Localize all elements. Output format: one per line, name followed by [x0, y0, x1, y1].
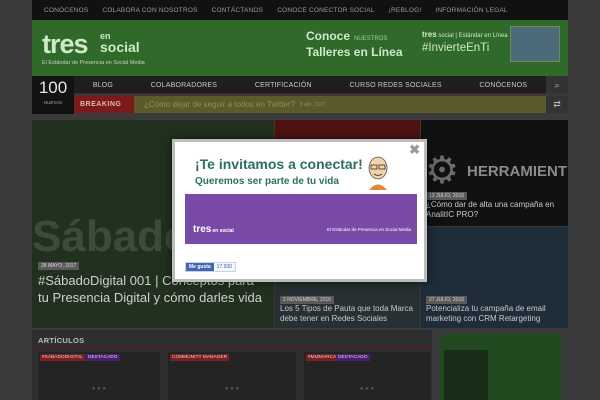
- ad-brand-name: tres: [422, 30, 437, 39]
- news-count: 100: [38, 78, 68, 97]
- breaking-label: BREAKING: [74, 96, 134, 113]
- tile-word: HERRAMIENT: [467, 163, 567, 180]
- tag-community-manager[interactable]: COMMUNITY MANAGER: [170, 354, 230, 361]
- nav-colaboradores[interactable]: COLABORADORES: [151, 82, 217, 89]
- articles-divider: [38, 346, 430, 347]
- sidebar-figure: [444, 350, 488, 400]
- ad-line2: Talleres en Línea: [306, 45, 403, 59]
- tag-sabadodigital[interactable]: #SÁBADODIGITAL: [40, 354, 85, 361]
- featured-bigword: Sábado: [32, 212, 191, 261]
- popup-logo: tresen social: [193, 224, 234, 235]
- like-label: Me gusta: [189, 264, 211, 270]
- popup-logo-text: tres: [193, 224, 212, 235]
- avatar-icon: [368, 156, 388, 190]
- facebook-like-widget[interactable]: Me gusta 17.930: [185, 262, 236, 272]
- logo-social: social: [100, 39, 140, 55]
- ad-brand-caption: Estándar en Línea: [458, 33, 508, 39]
- tag-destacado[interactable]: DESTACADO: [336, 354, 370, 361]
- popup-brand-strip: tresen social El Estándar de Presencia e…: [185, 194, 417, 244]
- top-nav-conocenos[interactable]: CONÓCENOS: [44, 7, 88, 14]
- popup-subheading: Queremos ser parte de tu vida: [195, 176, 339, 187]
- news-counter: 100 NUEVAS: [32, 76, 74, 114]
- tile-bottom-right-date: 27 JULIO, 2016: [426, 296, 468, 304]
- tile-bottom-mid-date: 2 NOVIEMBRE, 2016: [280, 296, 335, 304]
- site-logo[interactable]: tres: [42, 31, 89, 58]
- nav-curso[interactable]: CURSO REDES SOCIALES: [349, 82, 441, 89]
- tile-top-right-date: 13 JULIO, 2016: [426, 192, 468, 200]
- popup-heading: ¡Te invitamos a conectar!: [195, 156, 363, 172]
- top-nav-colabora[interactable]: COLABORA CON NOSOTROS: [102, 7, 197, 14]
- news-count-label: NUEVAS: [43, 100, 63, 105]
- breaking-date: 8 Abr, 2017: [300, 101, 326, 108]
- gear-icon: ⚙: [425, 150, 460, 192]
- tile-top-right-title[interactable]: ¿Cómo dar de alta una campaña en AnalitI…: [426, 200, 564, 220]
- tile-bottom-right-title[interactable]: Potencializa tu campaña de email marketi…: [426, 304, 564, 324]
- featured-date: 28 MAYO, 2017: [38, 262, 80, 270]
- top-nav-reblog[interactable]: ¡REBLOG!: [389, 7, 422, 14]
- header-banner: tres en social El Estándar de Presencia …: [32, 20, 568, 76]
- ad-line1: Conoce: [306, 29, 351, 43]
- top-nav-conector[interactable]: CONOCE CONECTOR SOCIAL: [277, 7, 374, 14]
- nav-blog[interactable]: BLOG: [93, 82, 113, 89]
- ad-photo: [510, 26, 560, 62]
- ad-brand-suffix: social: [438, 33, 454, 39]
- ad-brand: tres social | Estándar en Línea: [422, 30, 508, 39]
- ad-banner-text[interactable]: Conoce NUESTROS Talleres en Línea: [306, 30, 403, 59]
- close-icon[interactable]: ✖: [409, 142, 420, 158]
- ad-hashtag: #InvierteEnTi: [422, 42, 490, 54]
- tag-destacado[interactable]: DESTACADO: [86, 354, 120, 361]
- main-nav-links: BLOG COLABORADORES CERTIFICACIÓN CURSO R…: [74, 76, 546, 94]
- nav-conocenos[interactable]: CONÓCENOS: [479, 82, 527, 89]
- ad-line1-small: NUESTROS: [354, 36, 388, 42]
- like-count: 17.930: [216, 264, 232, 270]
- breaking-text[interactable]: ¿Cómo dejar de seguir a todos en Twitter…: [144, 96, 325, 113]
- breaking-headline: ¿Cómo dejar de seguir a todos en Twitter…: [144, 100, 296, 109]
- top-nav-legal[interactable]: INFORMACIÓN LEGAL: [435, 7, 507, 14]
- subscribe-popup: ✖ ¡Te invitamos a conectar! Queremos ser…: [172, 139, 427, 282]
- tag-mizmarca[interactable]: #MIZMARCA: [306, 354, 339, 361]
- search-icon[interactable]: ⌕: [546, 76, 568, 94]
- top-nav-contactanos[interactable]: CONTÁCTANOS: [212, 7, 264, 14]
- like-button[interactable]: Me gusta: [186, 263, 214, 271]
- logo-tagline: El Estándar de Presencia en Social Media: [42, 60, 145, 66]
- articles-title: ARTÍCULOS: [38, 336, 85, 345]
- card-placeholder: ● ● ●: [359, 386, 375, 392]
- top-nav: CONÓCENOS COLABORA CON NOSOTROS CONTÁCTA…: [32, 0, 568, 20]
- card-placeholder: ● ● ●: [91, 386, 107, 392]
- popup-tagline: El Estándar de Presencia en Social Media: [326, 227, 411, 232]
- nav-certificacion[interactable]: CERTIFICACIÓN: [255, 82, 312, 89]
- shuffle-icon[interactable]: ⇄: [546, 96, 568, 113]
- popup-logo-suffix: en social: [212, 228, 234, 234]
- tile-bottom-mid-title[interactable]: Los 5 Tipos de Pauta que toda Marca debe…: [280, 304, 418, 324]
- card-placeholder: ● ● ●: [224, 386, 240, 392]
